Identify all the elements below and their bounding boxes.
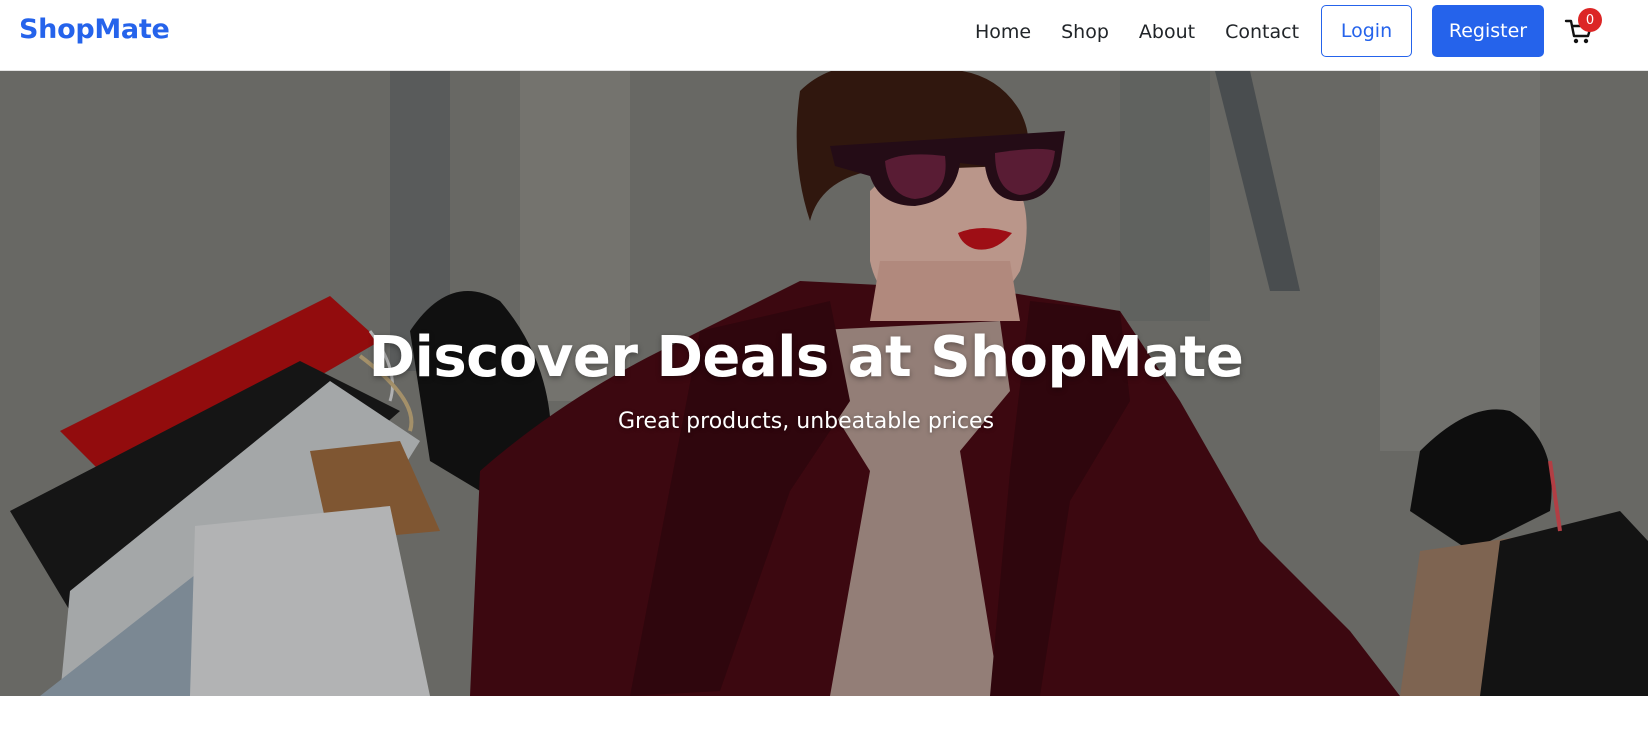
cart-button[interactable]: 0 [1564,8,1602,48]
nav-link-about[interactable]: About [1139,21,1195,43]
brand-logo[interactable]: ShopMate [19,14,170,45]
page-body [0,696,1648,732]
cart-count-badge: 0 [1578,8,1602,32]
navbar: ShopMate Home Shop About Contact Login R… [0,0,1648,71]
nav-links: Home Shop About Contact [975,0,1329,64]
hero-banner: Discover Deals at ShopMate Great product… [0,71,1648,696]
register-button[interactable]: Register [1432,5,1544,57]
hero-subtitle: Great products, unbeatable prices [617,409,995,434]
nav-link-shop[interactable]: Shop [1061,21,1109,43]
nav-link-home[interactable]: Home [975,21,1031,43]
hero-title: Discover Deals at ShopMate [368,325,1244,390]
nav-link-contact[interactable]: Contact [1225,21,1299,43]
login-button[interactable]: Login [1321,5,1412,57]
